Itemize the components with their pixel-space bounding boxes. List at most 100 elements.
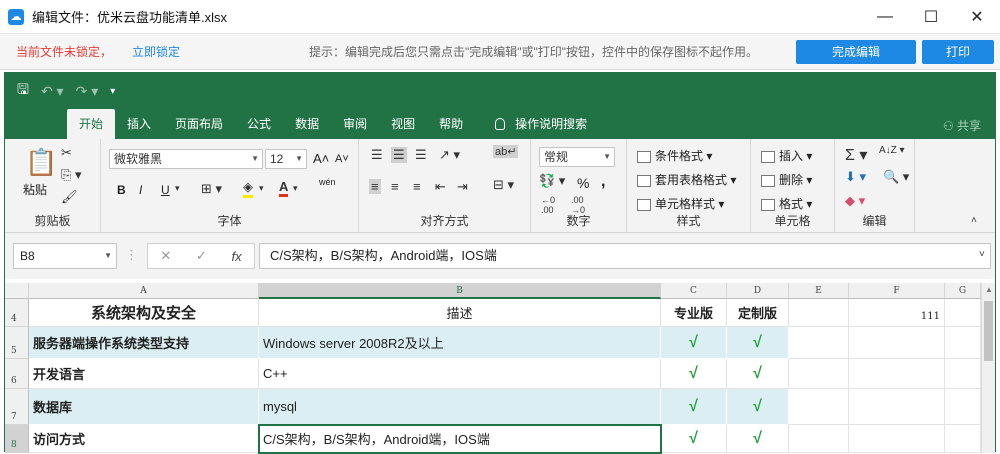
cell-c8[interactable]: √ xyxy=(661,425,727,453)
cell-d5[interactable]: √ xyxy=(727,327,789,359)
cell-d4[interactable]: 定制版 xyxy=(727,299,789,327)
fill-color-icon[interactable]: ◈ xyxy=(243,179,253,198)
comma-button[interactable]: , xyxy=(601,173,605,191)
tab-formulas[interactable]: 公式 xyxy=(235,109,283,139)
tab-insert[interactable]: 插入 xyxy=(115,109,163,139)
find-select-icon[interactable]: 🔍 ▾ xyxy=(883,169,909,185)
cell-c7[interactable]: √ xyxy=(661,389,727,425)
font-size-combo[interactable]: 12 ▼ xyxy=(265,149,307,169)
name-box[interactable]: B8 ▼ xyxy=(13,243,117,269)
cell-e7[interactable] xyxy=(789,389,849,425)
save-icon[interactable]: 🖫 xyxy=(17,79,29,103)
scrollbar-thumb[interactable] xyxy=(984,301,993,361)
column-header-e[interactable]: E xyxy=(789,283,849,299)
column-header-b[interactable]: B xyxy=(259,283,661,299)
cell-g4[interactable] xyxy=(945,299,981,327)
select-all-corner[interactable] xyxy=(5,283,29,299)
cell-b4[interactable]: 描述 xyxy=(259,299,661,327)
minimize-button[interactable]: — xyxy=(862,0,908,34)
maximize-button[interactable]: ☐ xyxy=(908,0,954,34)
chevron-down-icon[interactable]: ▾ xyxy=(175,183,180,194)
underline-button[interactable]: U xyxy=(161,183,170,197)
row-header-6[interactable]: 6 xyxy=(5,359,29,389)
column-header-d[interactable]: D xyxy=(727,283,789,299)
align-top-icon[interactable]: ☰ xyxy=(371,147,383,163)
cell-b5[interactable]: Windows server 2008R2及以上 xyxy=(259,327,661,359)
cell-d8[interactable]: √ xyxy=(727,425,789,453)
increase-indent-icon[interactable]: ⇥ xyxy=(457,179,468,195)
cell-c4[interactable]: 专业版 xyxy=(661,299,727,327)
align-right-icon[interactable]: ≡ xyxy=(413,179,421,194)
column-header-f[interactable]: F xyxy=(849,283,945,299)
phonetic-guide-button[interactable]: wén xyxy=(319,177,336,187)
close-button[interactable]: ✕ xyxy=(954,0,1000,34)
delete-cells-button[interactable]: 删除 ▾ xyxy=(761,171,812,188)
cell-e8[interactable] xyxy=(789,425,849,453)
collapse-ribbon-icon[interactable]: ˄ xyxy=(971,215,977,226)
align-bottom-icon[interactable]: ☰ xyxy=(415,147,427,163)
scroll-up-icon[interactable]: ▲ xyxy=(985,285,993,294)
accounting-format-icon[interactable]: 💱 ▾ xyxy=(539,173,565,189)
shrink-font-button[interactable]: A˅ xyxy=(335,153,349,165)
cell-g8[interactable] xyxy=(945,425,981,453)
cell-a8[interactable]: 访问方式 xyxy=(29,425,259,453)
chevron-down-icon[interactable]: ▾ xyxy=(259,183,264,194)
customize-qat-icon[interactable]: ▾ xyxy=(110,86,115,97)
number-format-combo[interactable]: 常规 ▼ xyxy=(539,147,615,167)
cell-a6[interactable]: 开发语言 xyxy=(29,359,259,389)
cell-e6[interactable] xyxy=(789,359,849,389)
orientation-icon[interactable]: ↗ ▾ xyxy=(439,147,460,163)
tab-home[interactable]: 开始 xyxy=(67,109,116,139)
copy-icon[interactable]: ⎘ ▾ xyxy=(61,167,82,183)
tab-review[interactable]: 审阅 xyxy=(331,109,379,139)
cell-styles-button[interactable]: 单元格样式 ▾ xyxy=(637,195,724,212)
cell-c5[interactable]: √ xyxy=(661,327,727,359)
lock-now-link[interactable]: 立即锁定 xyxy=(132,43,180,60)
grow-font-button[interactable]: A˄ xyxy=(313,151,329,166)
sort-filter-icon[interactable]: A↓Z ▾ xyxy=(879,145,905,156)
tell-me-search[interactable]: 操作说明搜索 xyxy=(483,109,599,139)
row-header-7[interactable]: 7 xyxy=(5,389,29,425)
cell-g7[interactable] xyxy=(945,389,981,425)
format-painter-icon[interactable]: 🖌 xyxy=(61,189,78,205)
font-color-icon[interactable]: A xyxy=(279,179,289,197)
insert-cells-button[interactable]: 插入 ▾ xyxy=(761,147,812,164)
tab-data[interactable]: 数据 xyxy=(283,109,331,139)
cancel-icon[interactable]: ✕ xyxy=(160,248,171,264)
autosum-icon[interactable]: Σ ▾ xyxy=(845,145,867,165)
vertical-scrollbar[interactable]: ▲ xyxy=(981,283,995,453)
cell-d7[interactable]: √ xyxy=(727,389,789,425)
cell-f8[interactable] xyxy=(849,425,945,453)
enter-icon[interactable]: ✓ xyxy=(196,248,207,264)
tab-view[interactable]: 视图 xyxy=(379,109,427,139)
cell-b6[interactable]: C++ xyxy=(259,359,661,389)
cell-g5[interactable] xyxy=(945,327,981,359)
cut-icon[interactable]: ✂ xyxy=(61,145,72,161)
align-left-icon[interactable]: ≡ xyxy=(369,179,381,194)
cell-b7[interactable]: mysql xyxy=(259,389,661,425)
decrease-indent-icon[interactable]: ⇤ xyxy=(435,179,446,195)
cell-f6[interactable] xyxy=(849,359,945,389)
expand-formula-bar-icon[interactable]: ˅ xyxy=(979,249,985,260)
finish-edit-button[interactable]: 完成编辑 xyxy=(796,40,916,64)
fill-icon[interactable]: ⬇ ▾ xyxy=(845,169,866,185)
cell-g6[interactable] xyxy=(945,359,981,389)
row-header-4[interactable]: 4 xyxy=(5,299,29,327)
cell-a4[interactable]: 系统架构及安全 xyxy=(29,299,259,327)
formula-input[interactable]: C/S架构，B/S架构，Android端，IOS端 xyxy=(259,243,991,269)
row-header-5[interactable]: 5 xyxy=(5,327,29,359)
borders-icon[interactable]: ⊞ ▾ xyxy=(201,181,222,197)
tab-help[interactable]: 帮助 xyxy=(427,109,475,139)
font-name-combo[interactable]: 微软雅黑 ▼ xyxy=(109,149,263,169)
conditional-format-button[interactable]: 条件格式 ▾ xyxy=(637,147,712,164)
cell-a5[interactable]: 服务器端操作系统类型支持 xyxy=(29,327,259,359)
undo-icon[interactable]: ↶ ▾ xyxy=(41,83,64,100)
percent-button[interactable]: % xyxy=(577,175,589,191)
print-button[interactable]: 打印 xyxy=(922,40,994,64)
align-middle-icon[interactable]: ☰ xyxy=(391,147,407,163)
cell-e5[interactable] xyxy=(789,327,849,359)
cell-d6[interactable]: √ xyxy=(727,359,789,389)
tab-page-layout[interactable]: 页面布局 xyxy=(163,109,235,139)
align-center-icon[interactable]: ≡ xyxy=(391,179,399,194)
column-header-a[interactable]: A xyxy=(29,283,259,299)
